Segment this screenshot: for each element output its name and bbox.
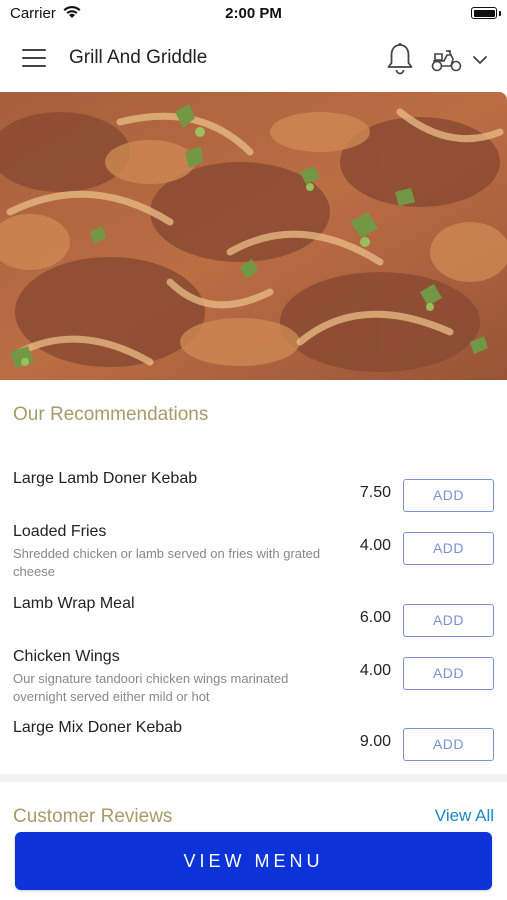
item-name: Large Mix Doner Kebab: [13, 719, 182, 736]
item-price: 4.00: [359, 537, 391, 554]
add-button[interactable]: ADD: [403, 657, 494, 690]
page-title: Grill And Griddle: [69, 47, 208, 68]
section-divider: [0, 774, 507, 782]
app-header: Grill And Griddle: [0, 28, 507, 92]
battery-icon: [471, 7, 497, 19]
scooter-icon[interactable]: [430, 46, 464, 74]
status-bar: Carrier 2:00 PM: [0, 0, 507, 28]
reviews-heading: Customer Reviews: [13, 806, 173, 827]
item-price: 7.50: [359, 484, 391, 501]
hero-food-image: [0, 92, 507, 380]
chevron-down-icon[interactable]: [470, 52, 490, 68]
item-price: 6.00: [359, 609, 391, 626]
item-name: Large Lamb Doner Kebab: [13, 470, 198, 487]
item-name: Chicken Wings: [13, 648, 120, 665]
bell-icon[interactable]: [384, 42, 416, 76]
add-button[interactable]: ADD: [403, 728, 494, 761]
view-all-link[interactable]: View All: [435, 806, 494, 826]
menu-icon[interactable]: [22, 49, 48, 71]
add-button[interactable]: ADD: [403, 604, 494, 637]
item-price: 9.00: [359, 733, 391, 750]
add-button[interactable]: ADD: [403, 479, 494, 512]
item-name: Loaded Fries: [13, 523, 107, 540]
item-name: Lamb Wrap Meal: [13, 595, 135, 612]
recommendations-heading: Our Recommendations: [13, 404, 209, 425]
item-description: Shredded chicken or lamb served on fries…: [13, 546, 321, 579]
item-price: 4.00: [359, 662, 391, 679]
item-description: Our signature tandoori chicken wings mar…: [13, 671, 289, 704]
battery-tip: [499, 11, 501, 16]
view-menu-button[interactable]: VIEW MENU: [15, 832, 492, 890]
add-button[interactable]: ADD: [403, 532, 494, 565]
clock: 2:00 PM: [225, 5, 282, 22]
